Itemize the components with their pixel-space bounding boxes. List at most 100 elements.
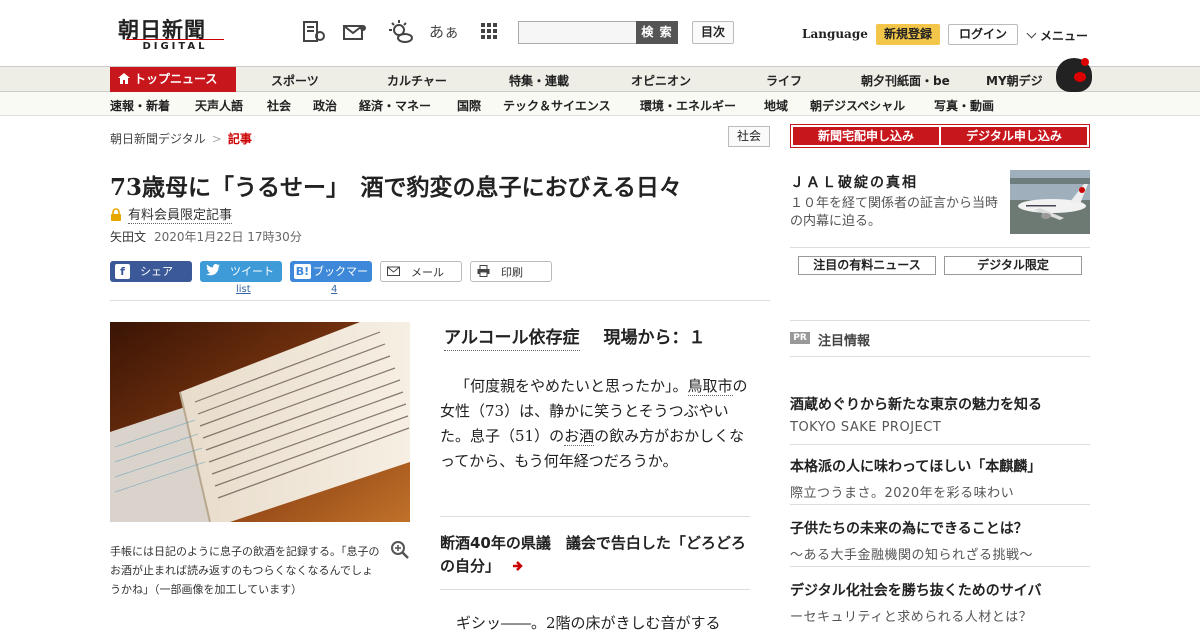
nav2-item-region[interactable]: 地域 <box>764 97 788 114</box>
nav-item-life[interactable]: ライフ <box>766 72 802 89</box>
hatena-count-link[interactable]: 4 <box>331 284 337 295</box>
pr-item-title: 子供たちの未来の為にできることは？ <box>790 521 1028 537</box>
newspaper-icon[interactable] <box>300 19 326 45</box>
mail-label: メール <box>411 266 444 279</box>
pr-item[interactable]: デジタル化社会を勝ち抜くためのサイバ ーセキュリティと求められる人材とは？ <box>790 580 1090 625</box>
category-badge[interactable]: 社会 <box>728 126 770 147</box>
pr-item-sub: 際立つうまさ。2020年を彩る味わい <box>790 486 1015 501</box>
nav2-item-politics[interactable]: 政治 <box>313 97 337 114</box>
tab-digital-only[interactable]: デジタル限定 <box>944 256 1082 275</box>
subscribe-box: 新聞宅配申し込み デジタル申し込み <box>790 124 1090 148</box>
divider <box>790 566 1090 567</box>
search-button[interactable]: 検 索 <box>636 21 678 44</box>
signup-button[interactable]: 新規登録 <box>876 24 940 45</box>
promo-title[interactable]: ＪＡＬ破綻の真相 <box>790 172 918 192</box>
divider <box>790 356 1090 357</box>
mail-icon[interactable] <box>342 19 368 45</box>
nav-item-label: トップニュース <box>134 72 218 86</box>
zoom-icon[interactable] <box>390 540 410 560</box>
twitter-share-button[interactable]: ツイート <box>200 261 282 282</box>
share-label: シェア <box>140 265 173 278</box>
para-text: 「何度親をやめたいと思ったか」。 <box>455 377 688 395</box>
chevron-down-icon <box>1026 28 1037 39</box>
subscribe-digital-button[interactable]: デジタル申し込み <box>941 127 1087 145</box>
nav2-item-special[interactable]: 朝デジスペシャル <box>810 97 905 114</box>
related-title: 断酒40年の県議 議会で告白した「どろどろの自分」 <box>440 534 746 575</box>
arrow-right-icon <box>506 557 524 575</box>
pr-item-sub: ～ある大手金融機関の知られざる挑戦～ <box>790 548 1034 563</box>
pr-item-title: 本格派の人に味わってほしい「本麒麟」 <box>790 459 1042 475</box>
secondary-nav: 速報・新着 天声人語 社会 政治 経済・マネー 国際 テック＆サイエンス 環境・… <box>0 92 1200 116</box>
lock-icon <box>110 206 122 221</box>
breadcrumb-separator: > <box>211 132 222 146</box>
divider <box>790 247 1090 248</box>
hatena-icon: B! <box>294 264 311 279</box>
nav2-item-photo[interactable]: 写真・動画 <box>934 97 994 114</box>
hatena-bookmark-button[interactable]: B! ブックマーク <box>290 261 372 299</box>
pr-item[interactable]: 子供たちの未来の為にできることは？ ～ある大手金融機関の知られざる挑戦～ <box>790 518 1090 563</box>
promo-image[interactable] <box>1010 170 1090 234</box>
nav-item-top-news[interactable]: トップニュース <box>110 67 236 92</box>
printer-icon <box>476 265 491 280</box>
publish-date: 2020年1月22日 17時30分 <box>154 230 302 244</box>
members-only-label[interactable]: 有料会員限定記事 <box>128 204 233 224</box>
tab-premium-news[interactable]: 注目の有料ニュース <box>798 256 936 275</box>
series-title-link[interactable]: アルコール依存症 <box>444 328 580 351</box>
nav2-item-environment[interactable]: 環境・エネルギー <box>640 97 736 114</box>
language-link[interactable]: Language <box>802 27 868 41</box>
pr-item-sub: TOKYO SAKE PROJECT <box>790 420 942 435</box>
login-button[interactable]: ログイン <box>948 24 1018 45</box>
nav2-item-latest[interactable]: 速報・新着 <box>110 97 170 114</box>
tottori-link[interactable]: 鳥取市 <box>687 377 733 396</box>
toc-button[interactable]: 目次 <box>692 21 734 44</box>
pr-heading: 注目情報 <box>818 334 871 349</box>
facebook-icon: f <box>115 264 130 279</box>
weather-icon[interactable] <box>386 19 413 45</box>
divider <box>790 504 1090 505</box>
photo-caption: 手帳には日記のように息子の飲酒を記録する。「息子のお酒が止まれば読み返すのもつら… <box>110 545 380 596</box>
tweet-label: ツイート <box>230 265 274 278</box>
nav2-item-world[interactable]: 国際 <box>457 97 481 114</box>
pr-item-sub: ーセキュリティと求められる人材とは？ <box>790 610 1033 625</box>
primary-nav: トップニュース スポーツ カルチャー 特集・連載 オピニオン ライフ 朝夕刊紙面… <box>0 66 1200 92</box>
related-article-link[interactable]: 断酒40年の県議 議会で告白した「どろどろの自分」 <box>440 532 750 578</box>
nav2-item-tensei[interactable]: 天声人語 <box>195 97 243 114</box>
nav-item-opinion[interactable]: オピニオン <box>631 72 691 89</box>
divider <box>440 516 750 517</box>
nav-item-culture[interactable]: カルチャー <box>387 72 447 89</box>
promo-description[interactable]: １０年を経て関係者の証言から当時の内幕に迫る。 <box>790 195 1005 231</box>
twitter-count-link[interactable]: list <box>236 284 251 295</box>
article-headline: 73歳母に「うるせー」 酒で豹変の息子におびえる日々 <box>110 174 682 201</box>
article-photo[interactable] <box>110 322 410 522</box>
bookmark-label: ブックマーク <box>313 265 368 299</box>
font-size-icon[interactable]: あぁ <box>428 19 460 45</box>
nav-item-sports[interactable]: スポーツ <box>271 72 319 89</box>
site-logo-sub[interactable]: DIGITAL <box>126 39 224 52</box>
grid-menu-icon[interactable] <box>476 19 502 45</box>
nav2-item-economy[interactable]: 経済・マネー <box>359 97 431 114</box>
pr-item[interactable]: 酒蔵めぐりから新たな東京の魅力を知る TOKYO SAKE PROJECT <box>790 394 1090 435</box>
search-input[interactable] <box>518 21 636 44</box>
article-paragraph: 「何度親をやめたいと思ったか」。鳥取市の女性（73）は、静かに笑うとそうつぶやい… <box>440 374 750 474</box>
breadcrumb: 朝日新聞デジタル > 記事 <box>110 130 252 147</box>
nav2-item-tech[interactable]: テック＆サイエンス <box>503 97 611 114</box>
facebook-share-button[interactable]: f シェア <box>110 261 192 282</box>
mascot-comb-icon <box>1081 58 1089 66</box>
divider <box>440 589 750 590</box>
subscribe-paper-button[interactable]: 新聞宅配申し込み <box>793 127 939 145</box>
pr-item-title: 酒蔵めぐりから新たな東京の魅力を知る <box>790 397 1042 413</box>
pr-item[interactable]: 本格派の人に味わってほしい「本麒麟」 際立つうまさ。2020年を彩る味わい <box>790 456 1090 501</box>
alcohol-link[interactable]: お酒 <box>564 427 595 446</box>
nav-item-features[interactable]: 特集・連載 <box>509 72 569 89</box>
mail-share-button[interactable]: メール <box>380 261 462 282</box>
breadcrumb-home[interactable]: 朝日新聞デジタル <box>110 132 206 146</box>
nav-item-my-asahi[interactable]: MY朝デジ <box>986 72 1043 89</box>
nav2-item-society[interactable]: 社会 <box>267 97 291 114</box>
envelope-icon <box>386 265 401 280</box>
divider <box>790 320 1090 321</box>
print-button[interactable]: 印刷 <box>470 261 552 282</box>
menu-button[interactable]: メニュー <box>1026 27 1088 44</box>
nav-item-paper[interactable]: 朝夕刊紙面・be <box>861 72 950 89</box>
print-label: 印刷 <box>501 266 523 279</box>
site-header: 朝日新聞 DIGITAL あぁ 検 索 目次 Language 新規登録 ログイ… <box>0 0 1200 66</box>
